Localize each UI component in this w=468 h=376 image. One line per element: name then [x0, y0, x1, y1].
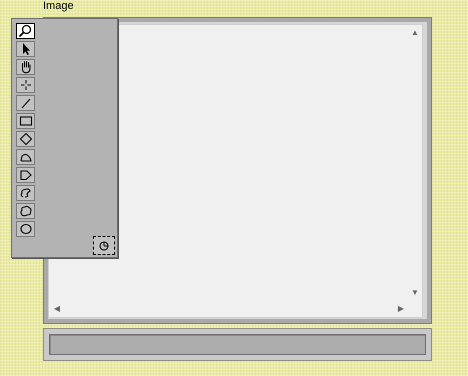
annulus-tool[interactable]: [16, 149, 35, 165]
scroll-up-arrow-icon[interactable]: ▲: [408, 26, 422, 40]
hand-icon: [21, 60, 31, 74]
scroll-left-arrow-icon[interactable]: ◀: [50, 302, 64, 316]
oval-tool[interactable]: [16, 221, 35, 237]
freehand-icon: [20, 188, 31, 198]
scrollbar-corner: [408, 302, 422, 316]
annulus-icon: [19, 153, 32, 162]
freehand-region-tool[interactable]: [16, 203, 35, 219]
line-tool[interactable]: [16, 95, 35, 111]
arrow-pointer-icon: [22, 43, 30, 55]
horizontal-scrollbar[interactable]: ◀ ▶: [50, 302, 408, 316]
select-tool[interactable]: [16, 41, 35, 57]
magnifier-icon: [18, 24, 32, 38]
freehand-region-icon: [19, 205, 32, 217]
crosshair-icon: [20, 80, 31, 90]
color-tool[interactable]: [93, 236, 115, 255]
scroll-down-arrow-icon[interactable]: ▼: [408, 286, 422, 300]
polygon-tool[interactable]: [16, 167, 35, 183]
window-title: Image: [43, 0, 74, 12]
status-field: [49, 334, 426, 355]
tool-palette: [11, 18, 118, 258]
rotated-rectangle-tool[interactable]: [16, 131, 35, 147]
polygon-icon: [19, 170, 32, 181]
line-icon: [21, 98, 30, 109]
diamond-icon: [19, 132, 32, 146]
scroll-right-arrow-icon[interactable]: ▶: [394, 302, 408, 316]
vertical-scrollbar[interactable]: ▲ ▼: [408, 26, 422, 300]
freehand-tool[interactable]: [16, 185, 35, 201]
rectangle-tool[interactable]: [16, 113, 35, 129]
crosshair-tool[interactable]: [16, 77, 35, 93]
zoom-tool[interactable]: [16, 23, 35, 39]
oval-icon: [19, 223, 32, 235]
status-bar: [43, 328, 432, 361]
color-tool-icon: [99, 240, 109, 251]
pan-tool[interactable]: [16, 59, 35, 75]
rectangle-icon: [19, 116, 32, 126]
